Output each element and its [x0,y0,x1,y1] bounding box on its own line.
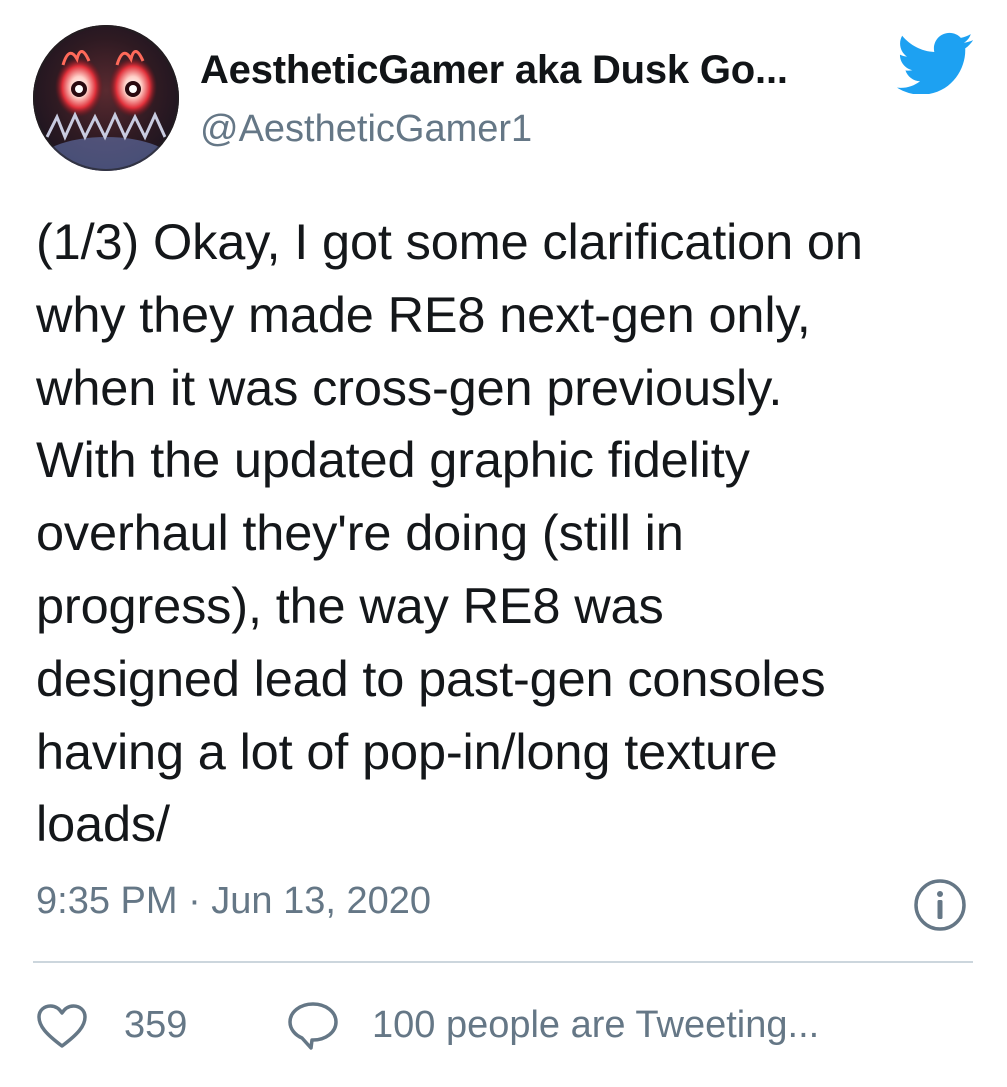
avatar[interactable] [33,25,179,171]
flaming-eyes-avatar-icon [33,25,179,171]
speech-bubble-icon[interactable] [287,1001,339,1051]
twitter-bird-icon[interactable] [897,32,973,94]
info-icon[interactable] [912,877,968,933]
tweet-timestamp[interactable]: 9:35 PM · Jun 13, 2020 [36,880,431,923]
like-count[interactable]: 359 [124,1004,187,1047]
people-tweeting-link[interactable]: 100 people are Tweeting... [372,1004,819,1047]
heart-icon[interactable] [36,1003,88,1049]
handle[interactable]: @AestheticGamer1 [200,108,532,151]
tweet-card: AestheticGamer aka Dusk Go... @Aesthetic… [0,0,1007,1087]
tweet-text: (1/3) Okay, I got some clarification on … [36,213,863,853]
display-name[interactable]: AestheticGamer aka Dusk Go... [200,48,788,93]
divider [33,961,973,963]
